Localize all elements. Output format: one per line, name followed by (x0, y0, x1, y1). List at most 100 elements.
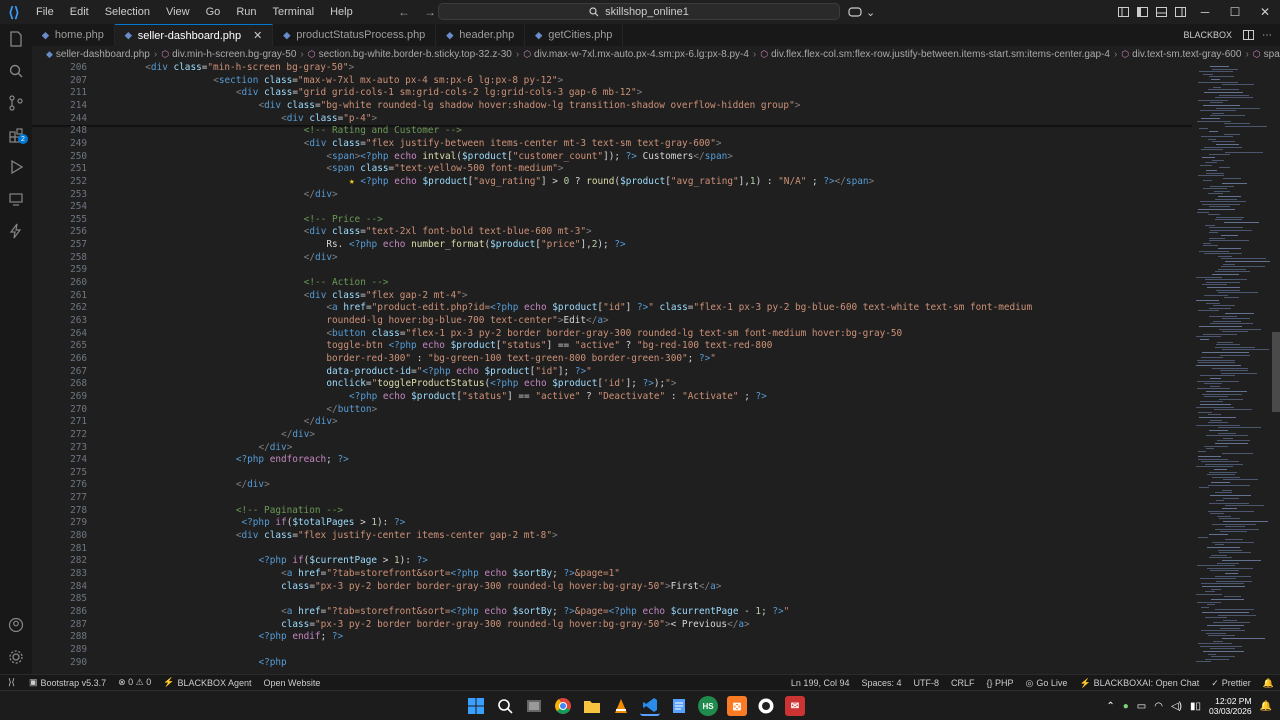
breadcrumb-item[interactable]: ⬡ div.flex.flex-col.sm:flex-row.justify-b… (760, 49, 1110, 60)
code-line[interactable]: 267 data-product-id="<?php echo $product[… (32, 366, 1192, 379)
toggle-sidebar-icon[interactable] (1137, 7, 1148, 17)
toggle-secondary-sidebar-icon[interactable] (1175, 7, 1186, 17)
menu-terminal[interactable]: Terminal (265, 0, 323, 24)
menu-help[interactable]: Help (322, 0, 361, 24)
code-line[interactable]: 290 <?php (32, 657, 1192, 670)
wifi-icon[interactable]: ◠ (1154, 701, 1163, 712)
file-explorer-icon[interactable] (582, 696, 602, 716)
code-line[interactable]: 214 <div class="bg-white rounded-lg shado… (32, 100, 1192, 113)
code-line[interactable]: 289 (32, 644, 1192, 657)
code-line[interactable]: 253 </div> (32, 189, 1192, 202)
code-line[interactable]: 259 (32, 264, 1192, 277)
code-line[interactable]: 269 <?php echo $product["status"] == "act… (32, 391, 1192, 404)
vlc-icon[interactable] (611, 696, 631, 716)
explorer-icon[interactable] (0, 24, 32, 54)
menu-go[interactable]: Go (198, 0, 229, 24)
status-problems[interactable]: ⊗ 0 ⚠ 0 (112, 677, 157, 688)
volume-icon[interactable]: ◁) (1171, 701, 1182, 712)
code-line[interactable]: 257 Rs. <?php echo number_format($product… (32, 239, 1192, 252)
code-line[interactable]: 274 <?php endforeach; ?> (32, 454, 1192, 467)
hs-app-icon[interactable]: HS (698, 696, 718, 716)
minimap[interactable] (1192, 62, 1280, 674)
minimize-icon[interactable]: ─ (1190, 5, 1220, 19)
display-icon[interactable]: ▭ (1137, 701, 1146, 712)
status-blackbox-agent[interactable]: ⚡ BLACKBOX Agent (157, 677, 257, 688)
code-line[interactable]: 284 class="px-3 py-2 border border-gray-3… (32, 581, 1192, 594)
code-line[interactable]: 281 (32, 543, 1192, 556)
code-line[interactable]: 256 <div class="text-2xl font-bold text-b… (32, 226, 1192, 239)
run-debug-icon[interactable] (0, 152, 32, 182)
status-eol[interactable]: CRLF (945, 678, 981, 688)
code-line[interactable]: 286 <a href="?tab=storefront&sort=<?php e… (32, 606, 1192, 619)
menu-edit[interactable]: Edit (62, 0, 97, 24)
account-icon[interactable] (0, 610, 32, 640)
maximize-icon[interactable]: ☐ (1220, 5, 1250, 19)
status-blackbox-chat[interactable]: ⚡ BLACKBOXAI: Open Chat (1073, 678, 1205, 689)
code-line[interactable]: 255 <!-- Price --> (32, 214, 1192, 227)
menu-file[interactable]: File (28, 0, 62, 24)
close-icon[interactable]: ✕ (1250, 5, 1280, 19)
code-editor[interactable]: 206 <div class="min-h-screen bg-gray-50">… (32, 62, 1192, 674)
code-line[interactable]: 288 <?php endif; ?> (32, 631, 1192, 644)
close-tab-icon[interactable]: ✕ (253, 29, 262, 42)
code-line[interactable]: 251 <span class="text-yellow-500 font-med… (32, 163, 1192, 176)
code-line[interactable]: 280 <div class="flex justify-center items… (32, 530, 1192, 543)
split-editor-icon[interactable] (1243, 30, 1254, 40)
menu-selection[interactable]: Selection (97, 0, 158, 24)
notifications-bell-icon[interactable]: 🔔 (1257, 678, 1280, 689)
code-line[interactable]: 260 <!-- Action --> (32, 277, 1192, 290)
microphone-icon[interactable]: ● (1123, 701, 1129, 712)
notification-center-icon[interactable]: 🔔 (1260, 701, 1272, 712)
code-line[interactable]: 263 rounded-lg hover:bg-blue-700 text-cen… (32, 315, 1192, 328)
code-line[interactable]: 270 </button> (32, 404, 1192, 417)
breadcrumb-item[interactable]: ⬡span.font-bold (1253, 49, 1280, 60)
forward-arrow-icon[interactable]: → (424, 5, 436, 19)
blackbox-label[interactable]: BLACKBOX (1183, 24, 1232, 46)
code-line[interactable]: 206 <div class="min-h-screen bg-gray-50"> (32, 62, 1192, 75)
status-bootstrap[interactable]: ▣ Bootstrap v5.3.7 (23, 677, 112, 688)
code-line[interactable]: 285 (32, 593, 1192, 606)
code-line[interactable]: 207 <section class="max-w-7xl mx-auto px-… (32, 75, 1192, 88)
code-line[interactable]: 282 <?php if($currentPage > 1): ?> (32, 555, 1192, 568)
blackbox-icon[interactable] (0, 216, 32, 246)
gear-icon[interactable] (0, 642, 32, 672)
battery-icon[interactable]: ▮▯ (1190, 701, 1201, 712)
code-line[interactable]: 277 (32, 492, 1192, 505)
breadcrumb-item[interactable]: ⬡ section.bg-white.border-b.sticky.top-32… (308, 49, 512, 60)
chrome-icon[interactable] (553, 696, 573, 716)
code-line[interactable]: 268 onclick="toggleProductStatus(<?php ec… (32, 378, 1192, 391)
code-line[interactable]: 244 <div class="p-4"> (32, 113, 1192, 126)
notepad-icon[interactable] (669, 696, 689, 716)
xampp-icon[interactable]: ⊠ (727, 696, 747, 716)
status-language[interactable]: {} PHP (981, 678, 1020, 688)
mail-app-icon[interactable]: ✉ (785, 696, 805, 716)
task-view-icon[interactable] (524, 696, 544, 716)
back-arrow-icon[interactable]: ← (398, 5, 410, 19)
code-line[interactable]: 265 toggle-btn <?php echo $product["statu… (32, 340, 1192, 353)
code-line[interactable]: 275 (32, 467, 1192, 480)
code-line[interactable]: 211 <div class="grid grid-cols-1 sm:grid-… (32, 87, 1192, 100)
code-line[interactable]: 248 <!-- Rating and Customer --> (32, 125, 1192, 138)
scrollbar-thumb[interactable] (1272, 332, 1280, 412)
code-line[interactable]: 261 <div class="flex gap-2 mt-4"> (32, 290, 1192, 303)
tab-home-php[interactable]: ◆ home.php (32, 24, 115, 46)
toggle-panel-icon[interactable] (1156, 7, 1167, 17)
code-line[interactable]: 272 </div> (32, 429, 1192, 442)
breadcrumb-item[interactable]: ◆ seller-dashboard.php (46, 49, 150, 60)
clock[interactable]: 12:02 PM 03/03/2026 (1209, 696, 1252, 716)
code-line[interactable]: 279 <?php if($totalPages > 1): ?> (32, 517, 1192, 530)
breadcrumb-item[interactable]: ⬡ div.min-h-screen.bg-gray-50 (161, 49, 296, 60)
code-line[interactable]: 271 </div> (32, 416, 1192, 429)
status-indentation[interactable]: Spaces: 4 (855, 678, 907, 688)
code-line[interactable]: 266 border-red-300" : "bg-green-100 text-… (32, 353, 1192, 366)
menu-run[interactable]: Run (228, 0, 264, 24)
menu-view[interactable]: View (158, 0, 198, 24)
code-line[interactable]: 252 ★ <?php echo $product["avg_rating"] >… (32, 176, 1192, 189)
search-icon[interactable] (0, 56, 32, 86)
tab-product-status-process-php[interactable]: ◆ productStatusProcess.php (273, 24, 437, 46)
code-line[interactable]: 258 </div> (32, 252, 1192, 265)
breadcrumb-item[interactable]: ⬡ div.max-w-7xl.mx-auto.px-4.sm:px-6.lg:p… (523, 49, 749, 60)
code-line[interactable]: 249 <div class="flex justify-between item… (32, 138, 1192, 151)
status-prettier[interactable]: ✓ Prettier (1205, 678, 1257, 689)
status-encoding[interactable]: UTF-8 (908, 678, 946, 688)
